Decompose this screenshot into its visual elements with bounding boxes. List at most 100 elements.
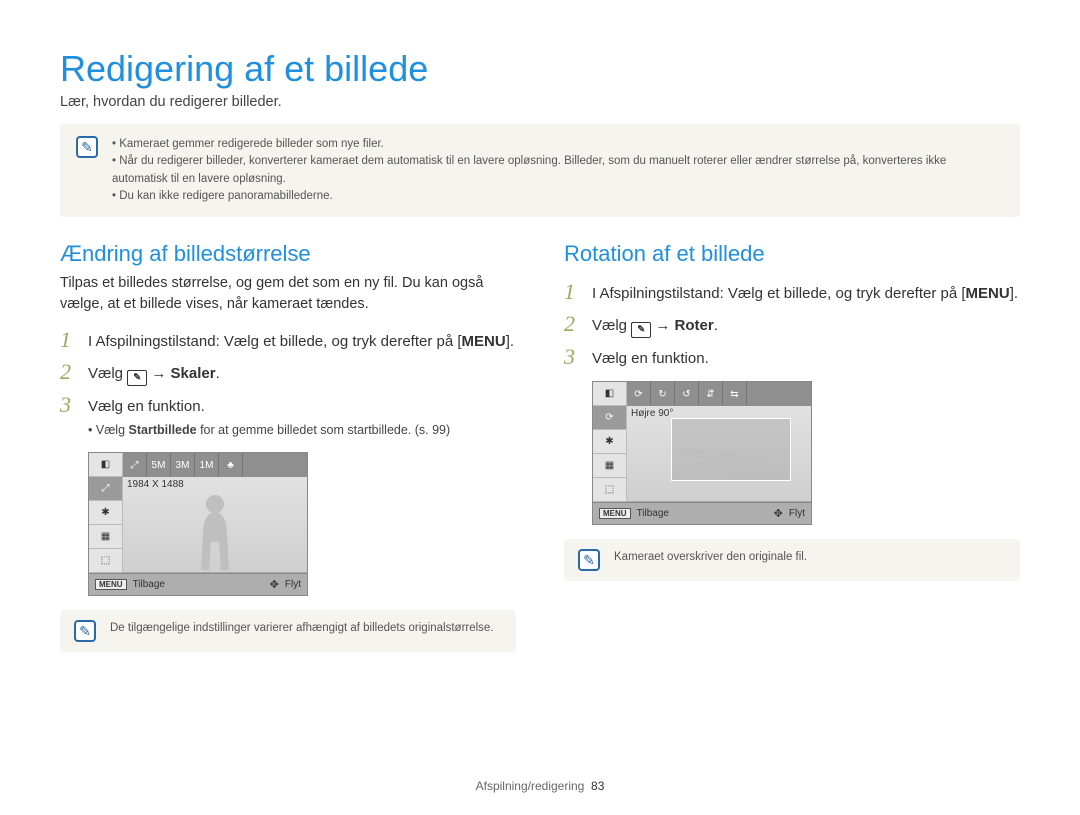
- sidebar-icon: ⟳: [593, 406, 627, 430]
- top-note-item: Kameraet gemmer redigerede billeder som …: [112, 136, 1004, 153]
- menu-label: MENU: [966, 285, 1010, 302]
- footer-section: Afspilning/redigering: [476, 779, 585, 793]
- hint-text: for at gemme billedet som startbillede. …: [197, 423, 451, 437]
- sidebar-icon: ⬚: [89, 549, 123, 573]
- menu-badge: MENU: [95, 579, 127, 590]
- step-text: .: [714, 317, 718, 334]
- step-2: 2 Vælg ✎ → Skaler.: [60, 361, 516, 386]
- resize-bottom-note: ✎ De tilgængelige indstillinger varierer…: [60, 610, 516, 652]
- step-number: 3: [564, 346, 582, 368]
- person-silhouette-icon: [185, 492, 245, 572]
- step-text: Vælg: [592, 317, 631, 334]
- joystick-icon: ✥: [270, 578, 279, 591]
- step-body: Vælg en funktion.: [592, 346, 709, 370]
- move-label: Flyt: [285, 579, 301, 590]
- toolbar-icon: ♣: [219, 453, 243, 477]
- sidebar-icon: ◧: [593, 382, 627, 406]
- back-label: Tilbage: [133, 579, 165, 590]
- step-body: Vælg ✎ → Skaler.: [88, 361, 220, 386]
- step-text: ].: [506, 333, 514, 350]
- menu-badge: MENU: [599, 508, 631, 519]
- page-subtitle: Lær, hvordan du redigerer billeder.: [60, 94, 1020, 110]
- person-silhouette-icon: [679, 432, 759, 492]
- info-icon: ✎: [74, 620, 96, 642]
- toolbar-icon: ⟳: [627, 382, 651, 406]
- step-3: 3 Vælg en funktion.: [60, 394, 516, 418]
- rotate-heading: Rotation af et billede: [564, 241, 1020, 267]
- toolbar-icon: 1M: [195, 453, 219, 477]
- page-number: 83: [591, 779, 604, 793]
- edit-icon: ✎: [127, 370, 147, 386]
- right-column: Rotation af et billede 1 I Afspilningsti…: [564, 241, 1020, 676]
- menu-label: MENU: [462, 333, 506, 350]
- back-label: Tilbage: [637, 508, 669, 519]
- sidebar-icon: ✱: [89, 501, 123, 525]
- joystick-icon: ✥: [774, 507, 783, 520]
- preview-toolbar: ⤢ 5M 3M 1M ♣: [123, 453, 307, 477]
- note-text: De tilgængelige indstillinger varierer a…: [110, 620, 494, 642]
- toolbar-icon: ⤢: [123, 453, 147, 477]
- step-number: 3: [60, 394, 78, 416]
- resize-preview: ◧ ⤢ ✱ ▦ ⬚ ⤢ 5M 3M 1M ♣ 1984 X 1488: [88, 452, 308, 596]
- preview-main: ⤢ 5M 3M 1M ♣ 1984 X 1488: [123, 453, 307, 573]
- arrow: →: [651, 317, 674, 334]
- resolution-label: 1984 X 1488: [127, 479, 184, 490]
- step-number: 2: [564, 313, 582, 335]
- rotate-bottom-note: ✎ Kameraet overskriver den originale fil…: [564, 539, 1020, 581]
- arrow: →: [147, 365, 170, 382]
- preview-main: ⟳ ↻ ↺ ⇵ ⇆ Højre 90°: [627, 382, 811, 502]
- step-body: I Afspilningstilstand: Vælg et billede, …: [88, 329, 514, 353]
- step-text: I Afspilningstilstand: Vælg et billede, …: [592, 285, 966, 302]
- step-body: Vælg en funktion.: [88, 394, 205, 418]
- page-title: Redigering af et billede: [60, 48, 1020, 90]
- step-text: Vælg: [88, 365, 127, 382]
- toolbar-icon: ⇵: [699, 382, 723, 406]
- rotation-label: Højre 90°: [631, 408, 673, 419]
- edit-icon: ✎: [631, 322, 651, 338]
- toolbar-icon: 3M: [171, 453, 195, 477]
- resize-heading: Ændring af billedstørrelse: [60, 241, 516, 267]
- page-footer: Afspilning/redigering 83: [0, 779, 1080, 793]
- preview-toolbar: ⟳ ↻ ↺ ⇵ ⇆: [627, 382, 811, 406]
- top-note-list: Kameraet gemmer redigerede billeder som …: [112, 136, 1004, 205]
- info-icon: ✎: [76, 136, 98, 158]
- toolbar-icon: 5M: [147, 453, 171, 477]
- step-1: 1 I Afspilningstilstand: Vælg et billede…: [564, 281, 1020, 305]
- toolbar-icon: ↺: [675, 382, 699, 406]
- sidebar-icon: ▦: [89, 525, 123, 549]
- startbillede-hint: Vælg Startbillede for at gemme billedet …: [88, 421, 516, 440]
- step-target: Skaler: [171, 365, 216, 382]
- top-note-item: Når du redigerer billeder, konverterer k…: [112, 153, 1004, 188]
- sidebar-icon: ✱: [593, 430, 627, 454]
- step-number: 2: [60, 361, 78, 383]
- step-number: 1: [564, 281, 582, 303]
- preview-sidebar: ◧ ⤢ ✱ ▦ ⬚: [89, 453, 123, 573]
- step-text: ].: [1010, 285, 1018, 302]
- preview-footer: MENU Tilbage ✥ Flyt: [593, 502, 811, 524]
- step-text: .: [216, 365, 220, 382]
- sidebar-icon: ⬚: [593, 478, 627, 502]
- preview-footer: MENU Tilbage ✥ Flyt: [89, 573, 307, 595]
- hint-bold: Startbillede: [129, 423, 197, 437]
- step-body: Vælg ✎ → Roter.: [592, 313, 718, 338]
- toolbar-icon: ↻: [651, 382, 675, 406]
- step-1: 1 I Afspilningstilstand: Vælg et billede…: [60, 329, 516, 353]
- sidebar-icon: ◧: [89, 453, 123, 477]
- step-3: 3 Vælg en funktion.: [564, 346, 1020, 370]
- move-label: Flyt: [789, 508, 805, 519]
- rotate-preview: ◧ ⟳ ✱ ▦ ⬚ ⟳ ↻ ↺ ⇵ ⇆ Højre 90°: [592, 381, 812, 525]
- top-note-item: Du kan ikke redigere panoramabillederne.: [112, 188, 1004, 205]
- sidebar-icon: ⤢: [89, 477, 123, 501]
- step-2: 2 Vælg ✎ → Roter.: [564, 313, 1020, 338]
- step-target: Roter: [675, 317, 714, 334]
- note-text: Kameraet overskriver den originale fil.: [614, 549, 807, 571]
- step-body: I Afspilningstilstand: Vælg et billede, …: [592, 281, 1018, 305]
- resize-steps: 1 I Afspilningstilstand: Vælg et billede…: [60, 329, 516, 417]
- left-column: Ændring af billedstørrelse Tilpas et bil…: [60, 241, 516, 676]
- toolbar-icon: ⇆: [723, 382, 747, 406]
- top-note-box: ✎ Kameraet gemmer redigerede billeder so…: [60, 124, 1020, 217]
- hint-text: Vælg: [96, 423, 129, 437]
- step-number: 1: [60, 329, 78, 351]
- step-text: I Afspilningstilstand: Vælg et billede, …: [88, 333, 462, 350]
- rotate-steps: 1 I Afspilningstilstand: Vælg et billede…: [564, 281, 1020, 369]
